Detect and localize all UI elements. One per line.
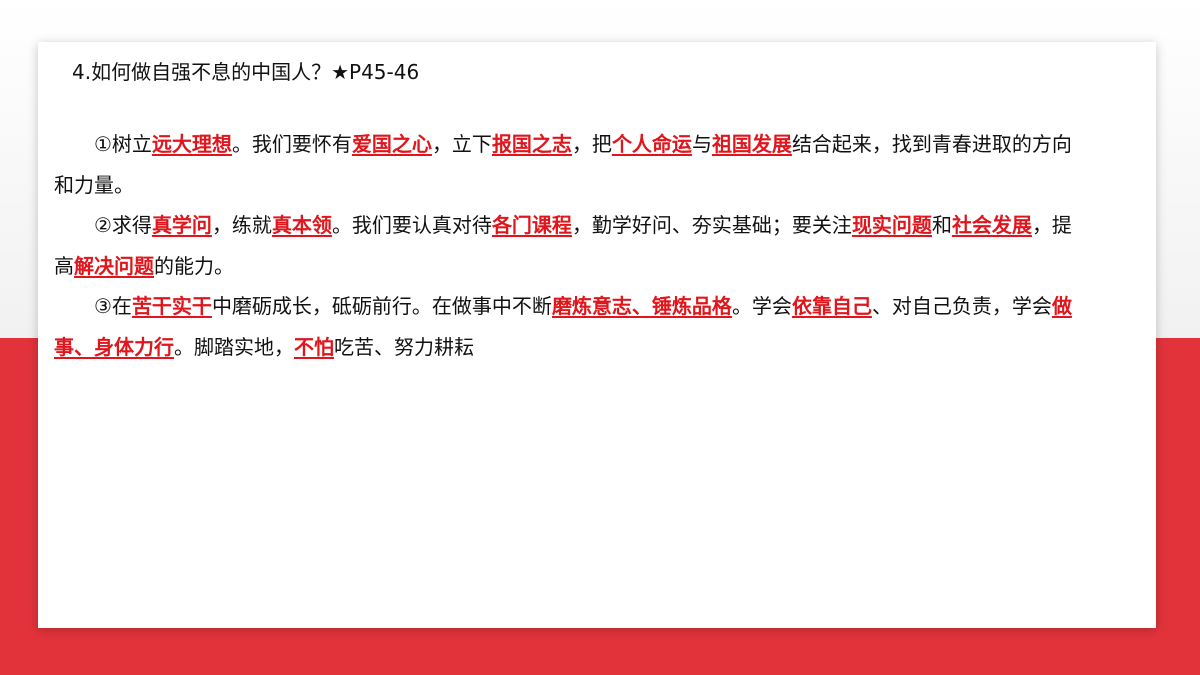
text-segment: 和 [931,213,952,237]
key-term: 现实问题 [851,213,932,237]
key-term: 爱国之心 [351,132,432,156]
text-segment: 。脚踏实地， [174,334,294,359]
text-segment: 。我们要认真对待 [331,213,492,237]
text-segment: 吃苦、努力耕耘 [334,334,474,359]
text-segment: 。我们要怀有 [231,132,352,156]
answer-paragraph-3: ③在苦干实干中磨砺成长，砥砺前行。在做事中不断磨炼意志、锤炼品格。学会依靠自己、… [54,286,1074,367]
key-term: 个人命运 [611,132,692,156]
text-segment: 。学会 [731,294,792,318]
text-segment: ①树立 [94,132,152,156]
text-segment: ，练就 [211,213,272,237]
question-heading: 4.如何做自强不息的中国人？★P45-46 [72,60,420,84]
key-term: 真学问 [151,213,212,237]
text-segment: 与 [691,132,712,156]
key-term: 真本领 [271,213,332,237]
answer-body: ①树立远大理想。我们要怀有爱国之心，立下报国之志，把个人命运与祖国发展结合起来，… [54,124,1074,367]
key-term: 解决问题 [74,253,154,278]
key-term: 苦干实干 [131,294,212,318]
text-segment: ，立下 [431,132,492,156]
key-term: 社会发展 [951,213,1032,237]
key-term: 依靠自己 [791,294,872,318]
text-segment: 中磨砺成长，砥砺前行。在做事中不断 [211,294,552,318]
text-segment: ③在 [94,294,132,318]
key-term: 报国之志 [491,132,572,156]
text-segment: ，勤学好问、夯实基础；要关注 [571,213,852,237]
text-segment: 、对自己负责，学会 [871,294,1052,318]
answer-paragraph-1: ①树立远大理想。我们要怀有爱国之心，立下报国之志，把个人命运与祖国发展结合起来，… [54,124,1074,205]
key-term: 不怕 [294,334,334,359]
text-segment: ②求得 [94,213,152,237]
key-term: 各门课程 [491,213,572,237]
content-card: 4.如何做自强不息的中国人？★P45-46 ①树立远大理想。我们要怀有爱国之心，… [38,42,1156,628]
text-segment: 的能力。 [154,253,234,278]
text-segment: ，把 [571,132,612,156]
key-term: 远大理想 [151,132,232,156]
key-term: 磨炼意志、锤炼品格 [551,294,732,318]
answer-paragraph-2: ②求得真学问，练就真本领。我们要认真对待各门课程，勤学好问、夯实基础；要关注现实… [54,205,1074,286]
key-term: 祖国发展 [711,132,792,156]
